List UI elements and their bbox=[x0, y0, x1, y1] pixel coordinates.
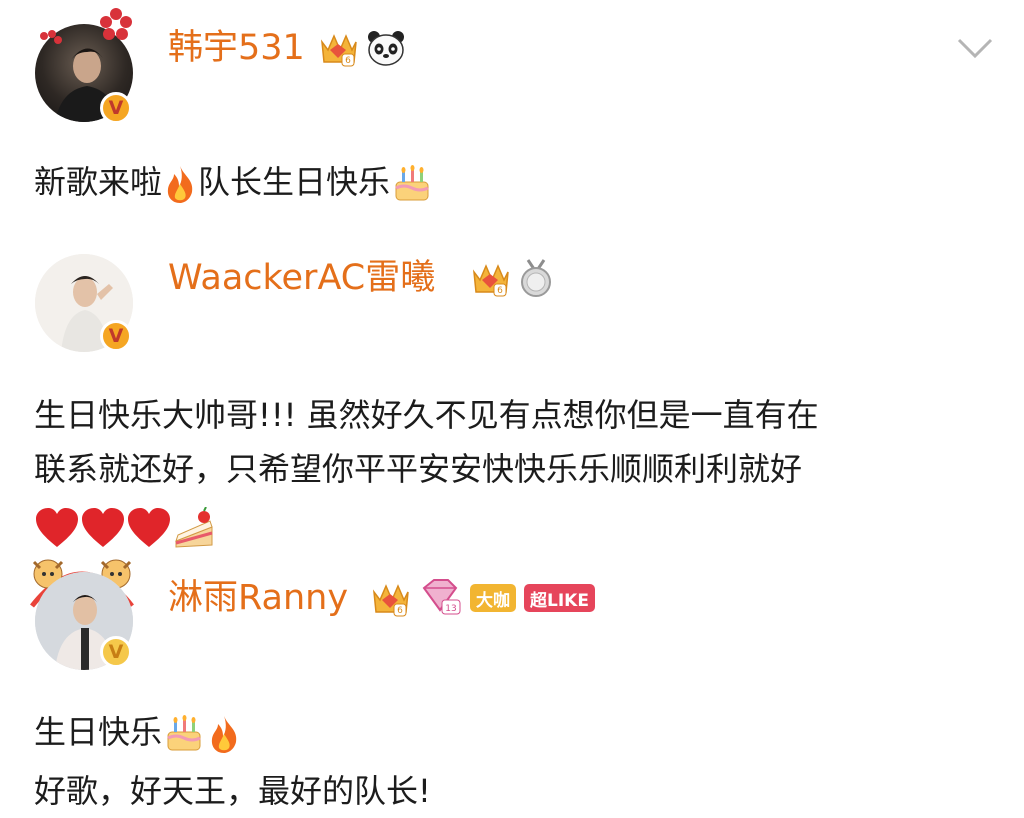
comment-text-part: 生日快乐 bbox=[34, 713, 163, 751]
comment-text-part: 新歌来啦 bbox=[34, 163, 163, 201]
red-heart-emoji-icon bbox=[128, 508, 170, 547]
username[interactable]: 淋雨Ranny bbox=[168, 578, 348, 618]
comment-text: 生日快乐 bbox=[34, 705, 242, 759]
username[interactable]: 韩宇531 bbox=[168, 28, 305, 68]
comment-text: 新歌来啦 队长生日快乐 bbox=[34, 155, 434, 209]
flower-decoration-icon bbox=[98, 6, 134, 46]
panda-icon bbox=[368, 31, 404, 66]
svg-text:6: 6 bbox=[497, 286, 503, 296]
red-heart-emoji-icon bbox=[82, 508, 124, 547]
birthday-cake-emoji-icon bbox=[395, 165, 429, 201]
comment-text-line-partial: 好歌，好天王，最好的队长! bbox=[34, 772, 431, 810]
comment-text-line: 联系就还好，只希望你平平安安快快乐乐顺顺利利就好 bbox=[34, 450, 803, 488]
chevron-down-icon[interactable] bbox=[956, 36, 994, 60]
verified-badge-icon: V bbox=[100, 636, 132, 668]
username[interactable]: WaackerAC雷曦 bbox=[168, 258, 435, 298]
silver-medal-icon bbox=[521, 259, 551, 297]
user-badges: 6 bbox=[318, 28, 406, 68]
daka-badge: 大咖 bbox=[470, 584, 516, 612]
comment-text-line: 生日快乐大帅哥!!! 虽然好久不见有点想你但是一直有在 bbox=[34, 396, 819, 434]
flower-decoration-icon bbox=[38, 28, 64, 54]
fire-emoji-icon bbox=[167, 166, 193, 203]
red-heart-emoji-icon bbox=[36, 508, 78, 547]
verified-badge-icon: V bbox=[100, 320, 132, 352]
comment-emoji-line bbox=[34, 500, 216, 554]
svg-text:6: 6 bbox=[397, 606, 403, 616]
svg-text:13: 13 bbox=[445, 604, 456, 614]
svg-text:6: 6 bbox=[345, 56, 351, 66]
diamond-level-icon: 13 bbox=[422, 579, 461, 615]
birthday-cake-emoji-icon bbox=[167, 715, 201, 751]
verified-badge-icon: V bbox=[100, 92, 132, 124]
user-badges: 6 bbox=[470, 258, 554, 298]
comment-text-part: 队长生日快乐 bbox=[198, 163, 391, 201]
crown-level-icon: 6 bbox=[472, 264, 509, 297]
crown-level-icon: 6 bbox=[372, 584, 409, 617]
cake-slice-emoji-icon bbox=[175, 507, 213, 548]
crown-level-icon: 6 bbox=[320, 34, 357, 67]
user-badges: 6 13 大咖 超LIKE bbox=[370, 578, 595, 618]
chao-like-badge: 超LIKE bbox=[524, 584, 595, 612]
fire-emoji-icon bbox=[211, 716, 237, 753]
